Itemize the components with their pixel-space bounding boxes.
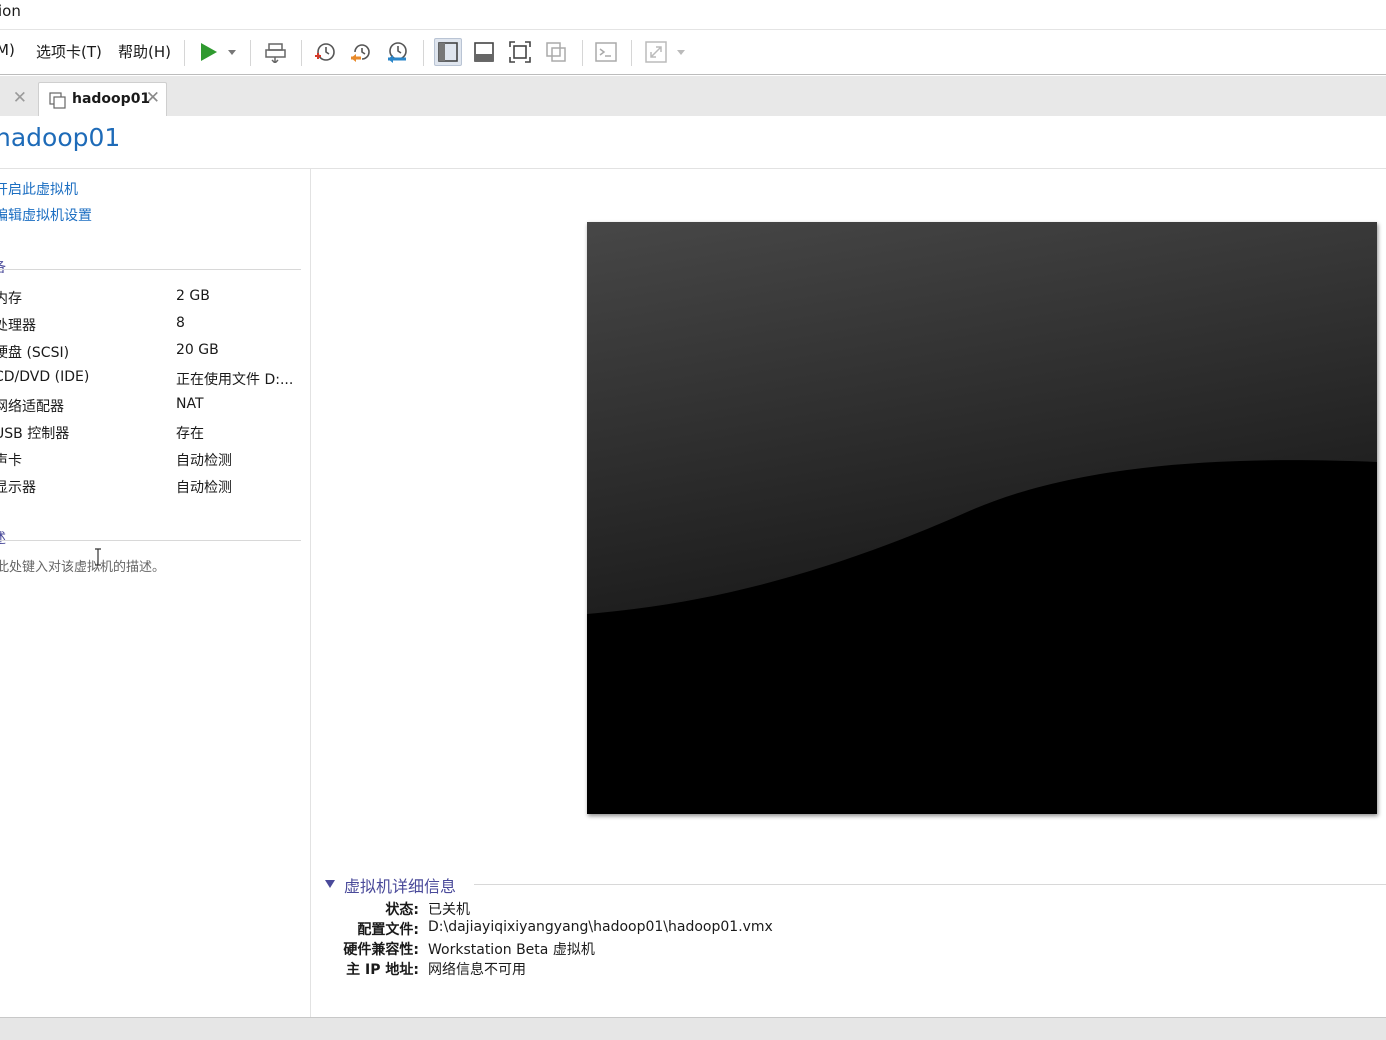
section-title: 述 (0, 528, 6, 548)
detail-value: Workstation Beta 虚拟机 (428, 942, 595, 958)
vm-summary-panel: 开启此虚拟机 编辑虚拟机设置 备 内存 2 GB 处理器 8 硬盘 (SCSI)… (0, 169, 311, 1017)
tab-previous[interactable]: ✕ (0, 84, 35, 116)
chevron-down-icon[interactable] (227, 48, 237, 56)
device-name[interactable]: 内存 (0, 288, 22, 308)
vm-icon (49, 92, 66, 109)
device-value[interactable]: NAT (176, 396, 204, 412)
divider (0, 540, 301, 541)
vm-preview-screen[interactable] (587, 222, 1377, 814)
snapshot-manager-icon[interactable] (383, 38, 411, 66)
device-value[interactable]: 2 GB (176, 288, 210, 304)
device-value[interactable]: 自动检测 (176, 477, 232, 497)
vm-preview-image (587, 222, 1377, 814)
vmware-window: ion M) 选项卡(T) 帮助(H) ✕ hadoop01 ✕ hadoop0… (0, 0, 1386, 1040)
divider (474, 884, 1386, 885)
status-bar (0, 1017, 1386, 1040)
power-on-link[interactable]: 开启此虚拟机 (0, 179, 78, 199)
detail-label: 主 IP 地址: (346, 962, 419, 978)
menu-tabs[interactable]: 选项卡(T) (36, 41, 102, 62)
description-section-header[interactable]: 述 (0, 528, 301, 548)
close-icon[interactable]: ✕ (13, 88, 27, 108)
stretch-icon[interactable] (642, 38, 670, 66)
console-icon[interactable] (592, 38, 620, 66)
text-cursor-icon (95, 548, 101, 566)
close-icon[interactable]: ✕ (146, 88, 160, 108)
edit-settings-link[interactable]: 编辑虚拟机设置 (0, 205, 92, 225)
collapse-triangle-icon[interactable] (324, 879, 336, 889)
unity-icon[interactable] (542, 38, 570, 66)
menu-vm[interactable]: M) (0, 41, 15, 59)
device-name[interactable]: 声卡 (0, 450, 22, 470)
device-name[interactable]: 处理器 (0, 315, 36, 335)
tab-hadoop01[interactable]: hadoop01 ✕ (38, 82, 167, 116)
toolbar-separator (301, 40, 302, 66)
divider (0, 269, 301, 270)
title-bar: ion (0, 0, 1386, 30)
device-value[interactable]: 正在使用文件 D:... (176, 369, 293, 389)
chevron-down-icon[interactable] (676, 48, 686, 56)
tab-strip: ✕ hadoop01 ✕ (0, 76, 1386, 116)
section-title: 虚拟机详细信息 (344, 877, 457, 896)
page-title: hadoop01 (0, 123, 121, 152)
toolbar-separator (184, 40, 185, 66)
description-field[interactable]: 此处键入对该虚拟机的描述。 (0, 556, 165, 575)
toolbar-separator (423, 40, 424, 66)
detail-label: 硬件兼容性: (343, 942, 419, 958)
device-name[interactable]: 硬盘 (SCSI) (0, 342, 69, 362)
section-title: 备 (0, 257, 6, 277)
device-name[interactable]: 显示器 (0, 477, 36, 497)
device-name[interactable]: CD/DVD (IDE) (0, 369, 89, 385)
detail-value: 网络信息不可用 (428, 962, 526, 978)
toolbar-separator (582, 40, 583, 66)
menu-help[interactable]: 帮助(H) (118, 41, 171, 62)
device-name[interactable]: USB 控制器 (0, 423, 69, 443)
detail-value: D:\dajiayiqixiyangyang\hadoop01\hadoop01… (428, 919, 773, 935)
send-keys-icon[interactable] (262, 38, 290, 66)
revert-snapshot-icon[interactable] (347, 38, 375, 66)
menu-toolbar: M) 选项卡(T) 帮助(H) (0, 30, 1386, 75)
devices-section-header[interactable]: 备 (0, 257, 301, 277)
device-value[interactable]: 20 GB (176, 342, 219, 358)
play-icon[interactable] (194, 38, 222, 66)
detail-value: 已关机 (428, 902, 470, 918)
thumbnail-bar-icon[interactable] (470, 38, 498, 66)
toolbar-separator (631, 40, 632, 66)
snapshot-icon[interactable] (311, 38, 339, 66)
device-value[interactable]: 存在 (176, 423, 204, 443)
window-title: ion (0, 2, 21, 20)
fullscreen-icon[interactable] (506, 38, 534, 66)
device-value[interactable]: 8 (176, 315, 185, 331)
detail-label: 状态: (385, 902, 419, 918)
vm-details-header[interactable]: 虚拟机详细信息 (324, 873, 1386, 896)
detail-label: 配置文件: (357, 922, 419, 938)
device-name[interactable]: 网络适配器 (0, 396, 64, 416)
device-value[interactable]: 自动检测 (176, 450, 232, 470)
tab-label: hadoop01 (72, 91, 151, 107)
toolbar-separator (250, 40, 251, 66)
library-view-icon[interactable] (434, 38, 462, 66)
